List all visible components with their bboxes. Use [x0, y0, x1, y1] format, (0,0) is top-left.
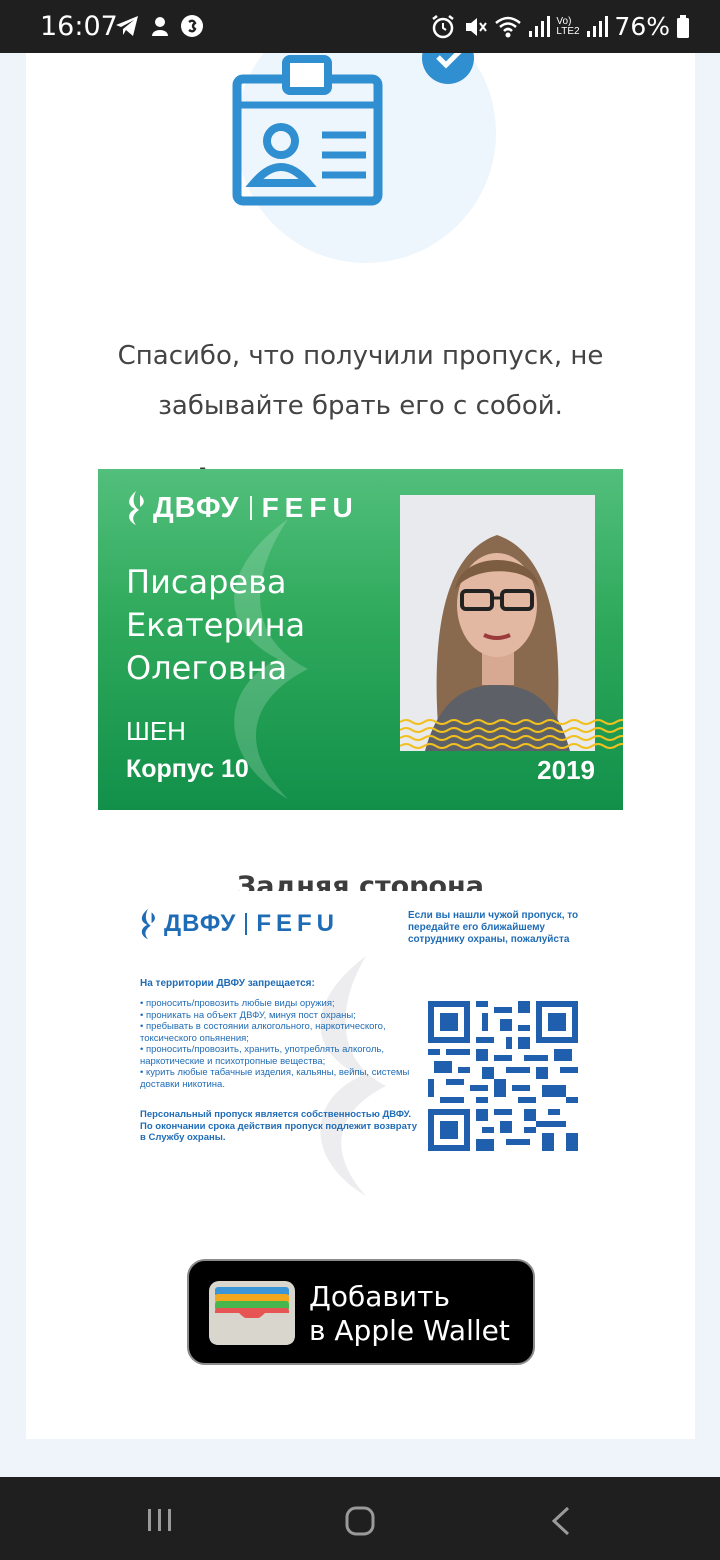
holder-last-name: Писарева: [126, 563, 287, 601]
logo-separator: [249, 496, 252, 520]
telegram-icon: [116, 16, 138, 36]
apple-wallet-icon: [209, 1281, 295, 1345]
ownership-notice: Персональный пропуск является собственно…: [140, 1109, 418, 1143]
rule-item: • проносить/провозить, хранить, употребл…: [140, 1044, 384, 1067]
navigation-bar: [0, 1477, 720, 1560]
back-icon[interactable]: [548, 1505, 574, 1537]
rule-item: • пребывать в состоянии алкогольного, на…: [140, 1021, 386, 1044]
wallet-line-1: Добавить: [309, 1280, 450, 1313]
holder-first-name: Екатерина: [126, 606, 306, 644]
wallet-button-label: Добавить в Apple Wallet: [309, 1280, 510, 1348]
logo-separator: [245, 913, 248, 935]
message-line-1: Спасибо, что получили пропуск, не: [117, 341, 604, 371]
fefu-logo: ДВФУ FEFU: [125, 489, 359, 527]
signal-icon: [529, 15, 551, 37]
status-time: 16:07: [40, 11, 118, 42]
network-type-label: Vo) LTE2: [556, 15, 580, 37]
alarm-icon: [432, 14, 455, 38]
holder-photo: [400, 495, 595, 751]
recents-icon[interactable]: [146, 1507, 174, 1533]
shazam-icon: [181, 15, 203, 37]
add-to-apple-wallet-button[interactable]: Добавить в Apple Wallet: [187, 1259, 535, 1365]
fefu-flame-icon: [141, 908, 155, 940]
logo-text-ru: ДВФУ: [153, 491, 240, 524]
logo-text-ru: ДВФУ: [164, 910, 237, 937]
holder-middle-name: Олеговна: [126, 649, 288, 687]
content-card: Спасибо, что получили пропуск, не забыва…: [26, 53, 695, 1439]
wifi-icon: [495, 16, 522, 37]
holder-building: Корпус 10: [126, 755, 249, 783]
rule-item: • проносить/провозить любые виды оружия;: [140, 998, 335, 1009]
id-badge-icon: [232, 53, 496, 263]
home-icon[interactable]: [344, 1505, 376, 1537]
message-line-2: забывайте брать его с собой.: [158, 391, 563, 421]
qr-code: [428, 1001, 578, 1151]
battery-percent: 76%: [614, 12, 670, 41]
pass-card-back: ДВФУ FEFU Если вы нашли чужой пропуск, т…: [136, 891, 586, 1203]
battery-icon: [677, 14, 689, 38]
lost-pass-notice: Если вы нашли чужой пропуск, то передайт…: [408, 910, 579, 945]
koala-app-icon: [152, 17, 168, 36]
rule-item: • курить любые табачные изделия, кальяны…: [140, 1067, 410, 1090]
rule-item: • проникать на объект ДВФУ, минуя пост о…: [140, 1009, 356, 1021]
rules-list: • проносить/провозить любые виды оружия;…: [140, 998, 420, 1090]
fefu-logo-back: ДВФУ FEFU: [138, 907, 339, 941]
thank-you-message: Спасибо, что получили пропуск, не забыва…: [26, 331, 695, 431]
signal-icon-2: [587, 15, 609, 37]
mute-icon: [466, 17, 488, 36]
notification-icons: [114, 14, 204, 38]
logo-text-en: FEFU: [256, 910, 340, 937]
rules-title: На территории ДВФУ запрещается:: [140, 978, 315, 989]
wallet-line-2: в Apple Wallet: [309, 1314, 510, 1347]
hologram-stripe: [400, 719, 623, 749]
system-icons: Vo) LTE2 76%: [430, 12, 690, 41]
status-bar: 16:07 Vo) LTE2 76%: [0, 0, 720, 53]
card-year: 2019: [537, 755, 595, 785]
holder-school: ШЕН: [126, 716, 186, 746]
holder-name: Писарева Екатерина Олеговна: [126, 561, 305, 690]
pass-card-front: ДВФУ FEFU Писарева Екатерина Олеговна ШЕ…: [98, 469, 623, 810]
logo-text-en: FEFU: [261, 492, 359, 523]
fefu-flame-icon: [129, 491, 144, 525]
